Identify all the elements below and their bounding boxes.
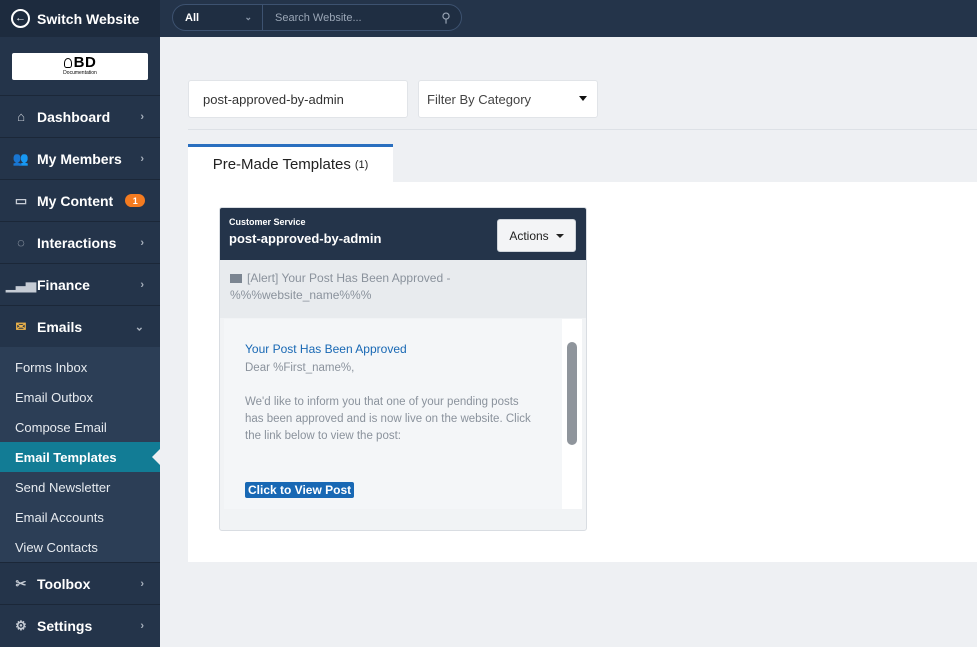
tab-pre-made-templates[interactable]: Pre-Made Templates (1) — [188, 144, 393, 182]
submenu-email-accounts[interactable]: Email Accounts — [0, 502, 160, 532]
chevron-right-icon: › — [140, 236, 144, 249]
submenu-email-templates[interactable]: Email Templates — [0, 442, 160, 472]
template-card: Customer Service post-approved-by-admin … — [219, 207, 587, 531]
category-filter-select[interactable]: Filter By Category — [418, 80, 598, 118]
envelope-icon: ✉ — [15, 318, 27, 334]
sidebar-item-label: Finance — [37, 276, 90, 293]
divider — [188, 129, 977, 130]
search-scope-select[interactable]: All ⌄ — [173, 5, 263, 30]
submenu-email-outbox[interactable]: Email Outbox — [0, 382, 160, 412]
sidebar-item-emails[interactable]: ✉ Emails ⌄ — [0, 305, 160, 347]
sidebar-item-label: Toolbox — [37, 575, 91, 592]
sidebar-item-label: Dashboard — [37, 108, 111, 125]
notification-badge: 1 — [125, 194, 146, 207]
logo-subtext: Documentation — [63, 70, 97, 76]
preview-title: Your Post Has Been Approved — [245, 342, 407, 356]
tools-icon: ✂ — [15, 575, 27, 591]
bar-chart-icon: ▁▃▅ — [6, 276, 36, 292]
subject-text: [Alert] Your Post Has Been Approved - %%… — [230, 271, 451, 302]
chat-icon: ◌ — [17, 235, 25, 250]
submenu-send-newsletter[interactable]: Send Newsletter — [0, 472, 160, 502]
scrollbar-thumb[interactable] — [567, 342, 577, 445]
actions-button[interactable]: Actions — [497, 219, 576, 252]
email-preview[interactable]: Your Post Has Been Approved Dear %First_… — [224, 319, 582, 509]
site-logo[interactable]: BD Documentation — [12, 52, 148, 80]
lightbulb-icon — [63, 58, 72, 69]
caret-down-icon — [579, 96, 587, 101]
sidebar-item-label: Emails — [37, 318, 83, 335]
search-input[interactable] — [263, 11, 431, 24]
emails-submenu: Forms Inbox Email Outbox Compose Email E… — [0, 347, 160, 562]
template-search-field[interactable]: post-approved-by-admin — [188, 80, 408, 118]
search-scope-value: All — [185, 11, 200, 24]
preview-greeting: Dear %First_name%, — [245, 362, 355, 374]
sidebar: ← Switch Website BD Documentation ⌂ Dash… — [0, 0, 160, 647]
chevron-right-icon: › — [140, 152, 144, 165]
sidebar-item-label: Interactions — [37, 234, 117, 251]
search-icon[interactable]: ⚲ — [431, 10, 461, 26]
back-arrow-icon: ← — [11, 9, 30, 28]
view-post-button[interactable]: Click to View Post — [245, 482, 355, 498]
preview-body: We'd like to inform you that one of your… — [245, 396, 531, 442]
chevron-right-icon: › — [140, 278, 144, 291]
sidebar-item-my-content[interactable]: ▭ My Content 1 — [0, 179, 160, 221]
caret-down-icon — [555, 233, 564, 238]
site-search: All ⌄ ⚲ — [172, 4, 462, 31]
chevron-down-icon: ⌄ — [244, 12, 252, 22]
submenu-forms-inbox[interactable]: Forms Inbox — [0, 352, 160, 382]
chevron-right-icon: › — [140, 619, 144, 632]
template-subject: [Alert] Your Post Has Been Approved - %%… — [220, 260, 586, 318]
chevron-down-icon: ⌄ — [134, 321, 144, 333]
sidebar-item-label: Settings — [37, 617, 93, 634]
preview-scrollbar[interactable] — [562, 319, 582, 509]
sidebar-item-settings[interactable]: ⚙ Settings › — [0, 604, 160, 646]
home-icon: ⌂ — [17, 109, 25, 124]
users-icon: 👥 — [12, 150, 30, 166]
sidebar-item-dashboard[interactable]: ⌂ Dashboard › — [0, 95, 160, 137]
sidebar-item-interactions[interactable]: ◌ Interactions › — [0, 221, 160, 263]
chevron-right-icon: › — [140, 110, 144, 123]
tab-label: Pre-Made Templates — [212, 156, 351, 173]
folder-icon: ▭ — [14, 192, 28, 208]
category-filter-label: Filter By Category — [427, 91, 532, 107]
sidebar-item-toolbox[interactable]: ✂ Toolbox › — [0, 562, 160, 604]
preview-content: Your Post Has Been Approved Dear %First_… — [245, 342, 535, 499]
tab-count: (1) — [354, 158, 369, 171]
submenu-compose-email[interactable]: Compose Email — [0, 412, 160, 442]
logo-area: BD Documentation — [0, 37, 160, 95]
chevron-right-icon: › — [140, 577, 144, 590]
submenu-view-contacts[interactable]: View Contacts — [0, 532, 160, 562]
switch-website-label: Switch Website — [37, 10, 140, 27]
top-bar: All ⌄ ⚲ — [160, 0, 977, 37]
envelope-icon — [230, 274, 242, 283]
actions-label: Actions — [509, 228, 549, 243]
logo-text: BD — [73, 54, 97, 71]
sidebar-item-my-members[interactable]: 👥 My Members › — [0, 137, 160, 179]
gear-icon: ⚙ — [15, 617, 27, 633]
sidebar-item-finance[interactable]: ▁▃▅ Finance › — [0, 263, 160, 305]
sidebar-item-label: My Members — [37, 150, 122, 167]
card-header: Customer Service post-approved-by-admin … — [220, 208, 586, 260]
sidebar-item-label: My Content — [37, 192, 114, 209]
switch-website-button[interactable]: ← Switch Website — [0, 0, 160, 37]
